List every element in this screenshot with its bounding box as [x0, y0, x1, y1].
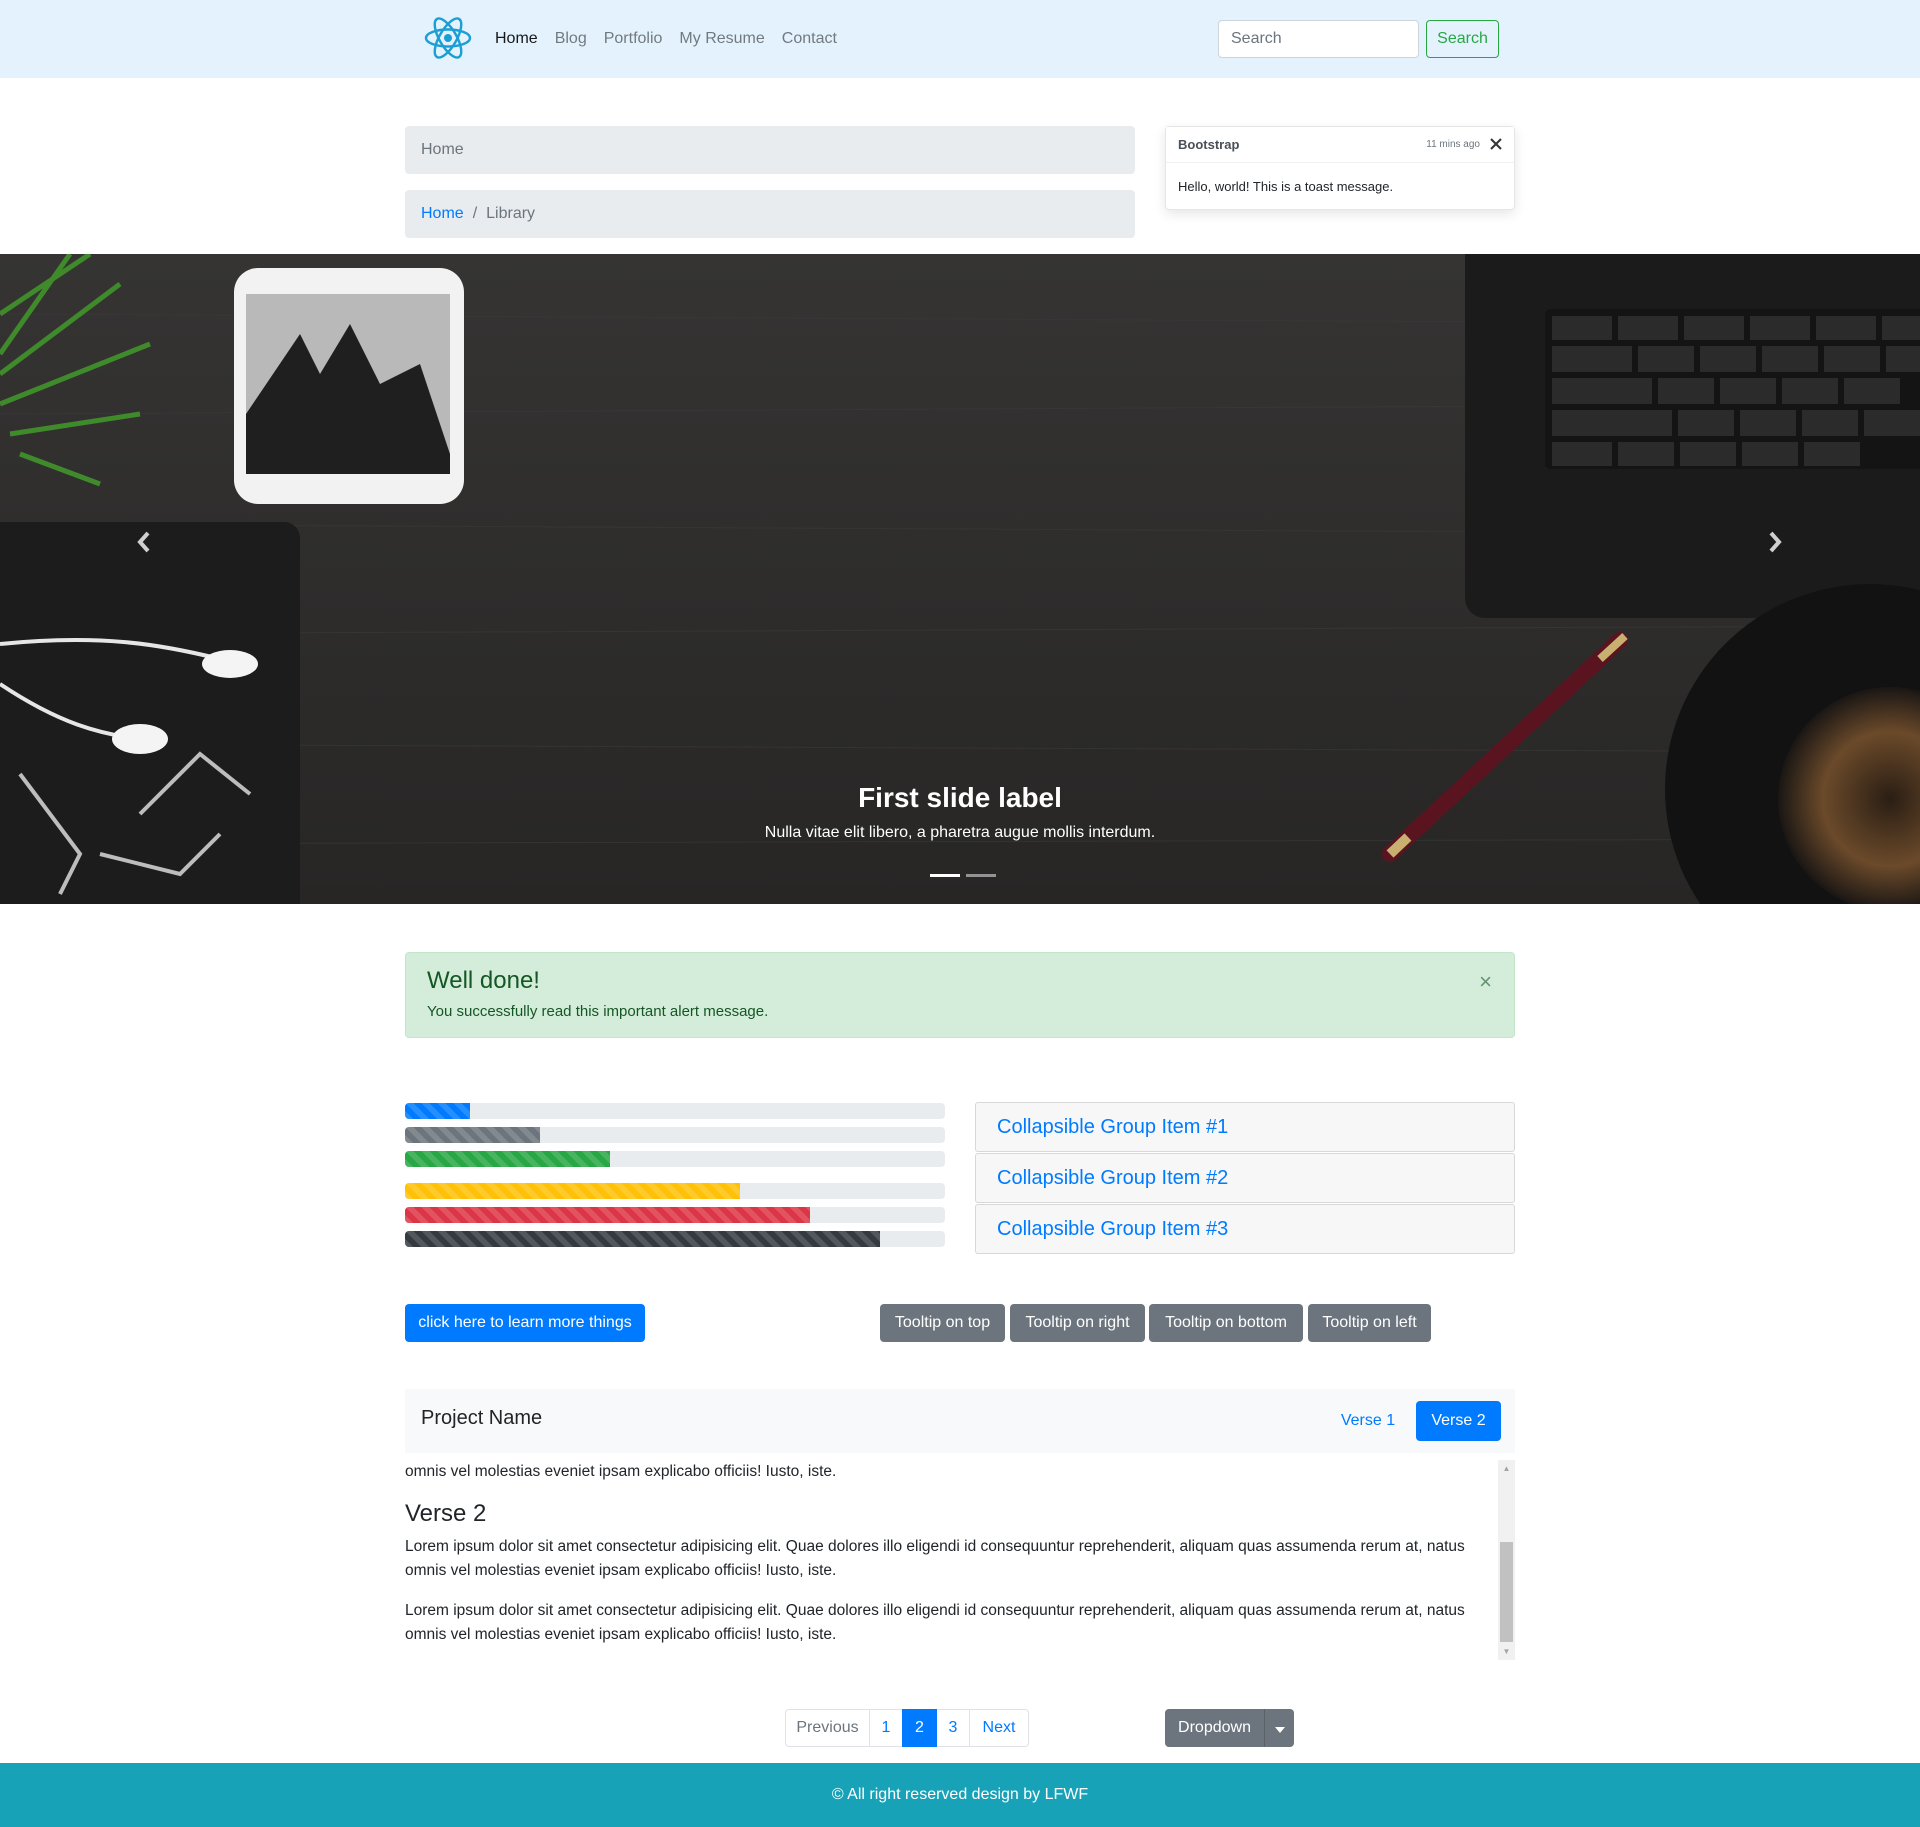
tooltip-left-button[interactable]: Tooltip on left	[1308, 1304, 1431, 1342]
pagination-page-1[interactable]: 1	[869, 1709, 903, 1747]
split-dropdown: Dropdown	[1165, 1709, 1294, 1747]
dropdown-toggle[interactable]	[1264, 1709, 1294, 1747]
nav-links: Home Blog Portfolio My Resume Contact	[495, 0, 854, 78]
navbar-inner: Home Blog Portfolio My Resume Contact Se…	[405, 0, 1515, 78]
nav-pill-verse-1[interactable]: Verse 1	[1337, 1401, 1399, 1441]
breadcrumb: Home	[405, 126, 1135, 174]
progress-fill	[405, 1127, 540, 1143]
close-icon[interactable]	[1490, 134, 1502, 155]
progress-bar-4	[405, 1183, 945, 1199]
breadcrumb-item-home-current: Home	[421, 141, 464, 158]
toast-time: 11 mins ago	[1426, 139, 1480, 150]
scrollspy-navbar: Project Name Verse 1 Verse 2	[405, 1389, 1515, 1453]
search-input[interactable]	[1218, 20, 1419, 58]
scrollbar[interactable]: ▲ ▼	[1498, 1460, 1515, 1660]
navbar: Home Blog Portfolio My Resume Contact Se…	[0, 0, 1920, 78]
alert-close-button[interactable]: ×	[1479, 969, 1492, 995]
progress-bar-2	[405, 1127, 945, 1143]
carousel-caption-text: Nulla vitae elit libero, a pharetra augu…	[764, 824, 1156, 841]
chevron-right-icon	[1767, 531, 1783, 558]
footer: © All right reserved design by LFWF	[0, 1763, 1920, 1827]
progress-bar-6	[405, 1231, 945, 1247]
breadcrumb-link-home[interactable]: Home	[421, 205, 464, 223]
tooltip-bottom-button[interactable]: Tooltip on bottom	[1149, 1304, 1303, 1342]
tooltip-right-button[interactable]: Tooltip on right	[1010, 1304, 1145, 1342]
toast: Bootstrap 11 mins ago Hello, world! This…	[1165, 126, 1515, 210]
pagination-previous[interactable]: Previous	[785, 1709, 870, 1747]
progress-fill	[405, 1103, 470, 1119]
tooltip-top-button[interactable]: Tooltip on top	[880, 1304, 1005, 1342]
scroll-up-arrow-icon[interactable]: ▲	[1498, 1460, 1515, 1477]
scroll-down-arrow-icon[interactable]: ▼	[1498, 1643, 1515, 1660]
pagination: Previous 1 2 3 Next	[785, 1709, 1029, 1747]
progress-fill	[405, 1151, 611, 1167]
caret-down-icon	[1274, 1721, 1285, 1736]
footer-text: © All right reserved design by LFWF	[831, 1786, 1089, 1803]
pagination-page-2[interactable]: 2	[902, 1709, 937, 1747]
carousel-indicator-2[interactable]	[966, 874, 996, 877]
alert-heading: Well done!	[427, 967, 540, 994]
carousel-indicators	[927, 874, 999, 877]
scrollspy-brand[interactable]: Project Name	[421, 1407, 542, 1430]
atom-logo-icon[interactable]	[422, 12, 474, 64]
scrollspy-content[interactable]: omnis vel molestias eveniet ipsam explic…	[405, 1460, 1515, 1660]
progress-bar-1	[405, 1103, 945, 1119]
carousel-prev-button[interactable]	[114, 522, 174, 566]
nav-link-my-resume[interactable]: My Resume	[679, 30, 764, 48]
nav-link-home[interactable]: Home	[495, 30, 538, 48]
carousel-indicator-1[interactable]	[930, 874, 960, 877]
verse-paragraph: Lorem ipsum dolor sit amet consectetur a…	[405, 1538, 1465, 1579]
progress-bar-3	[405, 1151, 945, 1167]
accordion-item-3[interactable]: Collapsible Group Item #3	[975, 1204, 1515, 1254]
toast-body: Hello, world! This is a toast message.	[1178, 179, 1394, 194]
dropdown-button[interactable]: Dropdown	[1165, 1709, 1264, 1747]
breadcrumb: Home / Library	[405, 190, 1135, 238]
chevron-left-icon	[136, 531, 152, 558]
breadcrumb-item-library: Library	[486, 205, 536, 222]
alert-text: You successfully read this important ale…	[427, 1003, 769, 1020]
verse-heading: Verse 2	[405, 1500, 487, 1527]
carousel: First slide label Nulla vitae elit liber…	[0, 254, 1920, 904]
search-button[interactable]: Search	[1426, 20, 1499, 58]
success-alert: Well done! You successfully read this im…	[405, 952, 1515, 1038]
nav-link-blog[interactable]: Blog	[555, 30, 587, 48]
nav-pill-verse-2[interactable]: Verse 2	[1416, 1401, 1501, 1441]
nav-link-portfolio[interactable]: Portfolio	[604, 30, 663, 48]
pagination-next[interactable]: Next	[969, 1709, 1029, 1747]
accordion-item-2[interactable]: Collapsible Group Item #2	[975, 1153, 1515, 1203]
scrollbar-thumb[interactable]	[1500, 1542, 1513, 1642]
learn-more-button[interactable]: click here to learn more things	[405, 1304, 645, 1342]
nav-link-contact[interactable]: Contact	[782, 30, 837, 48]
progress-fill	[405, 1231, 881, 1247]
progress-bar-5	[405, 1207, 945, 1223]
carousel-caption-title: First slide label	[858, 782, 1062, 813]
carousel-caption: First slide label Nulla vitae elit liber…	[0, 782, 1920, 842]
verse-paragraph-partial: omnis vel molestias eveniet ipsam explic…	[405, 1463, 837, 1480]
pagination-page-3[interactable]: 3	[936, 1709, 970, 1747]
accordion-item-1[interactable]: Collapsible Group Item #1	[975, 1102, 1515, 1152]
breadcrumb-separator: /	[472, 205, 478, 222]
carousel-next-button[interactable]	[1745, 522, 1805, 566]
verse-paragraph: Lorem ipsum dolor sit amet consectetur a…	[405, 1602, 1465, 1643]
toast-title: Bootstrap	[1178, 137, 1240, 152]
progress-fill	[405, 1207, 810, 1223]
progress-fill	[405, 1183, 740, 1199]
toast-header: Bootstrap 11 mins ago	[1166, 127, 1514, 163]
